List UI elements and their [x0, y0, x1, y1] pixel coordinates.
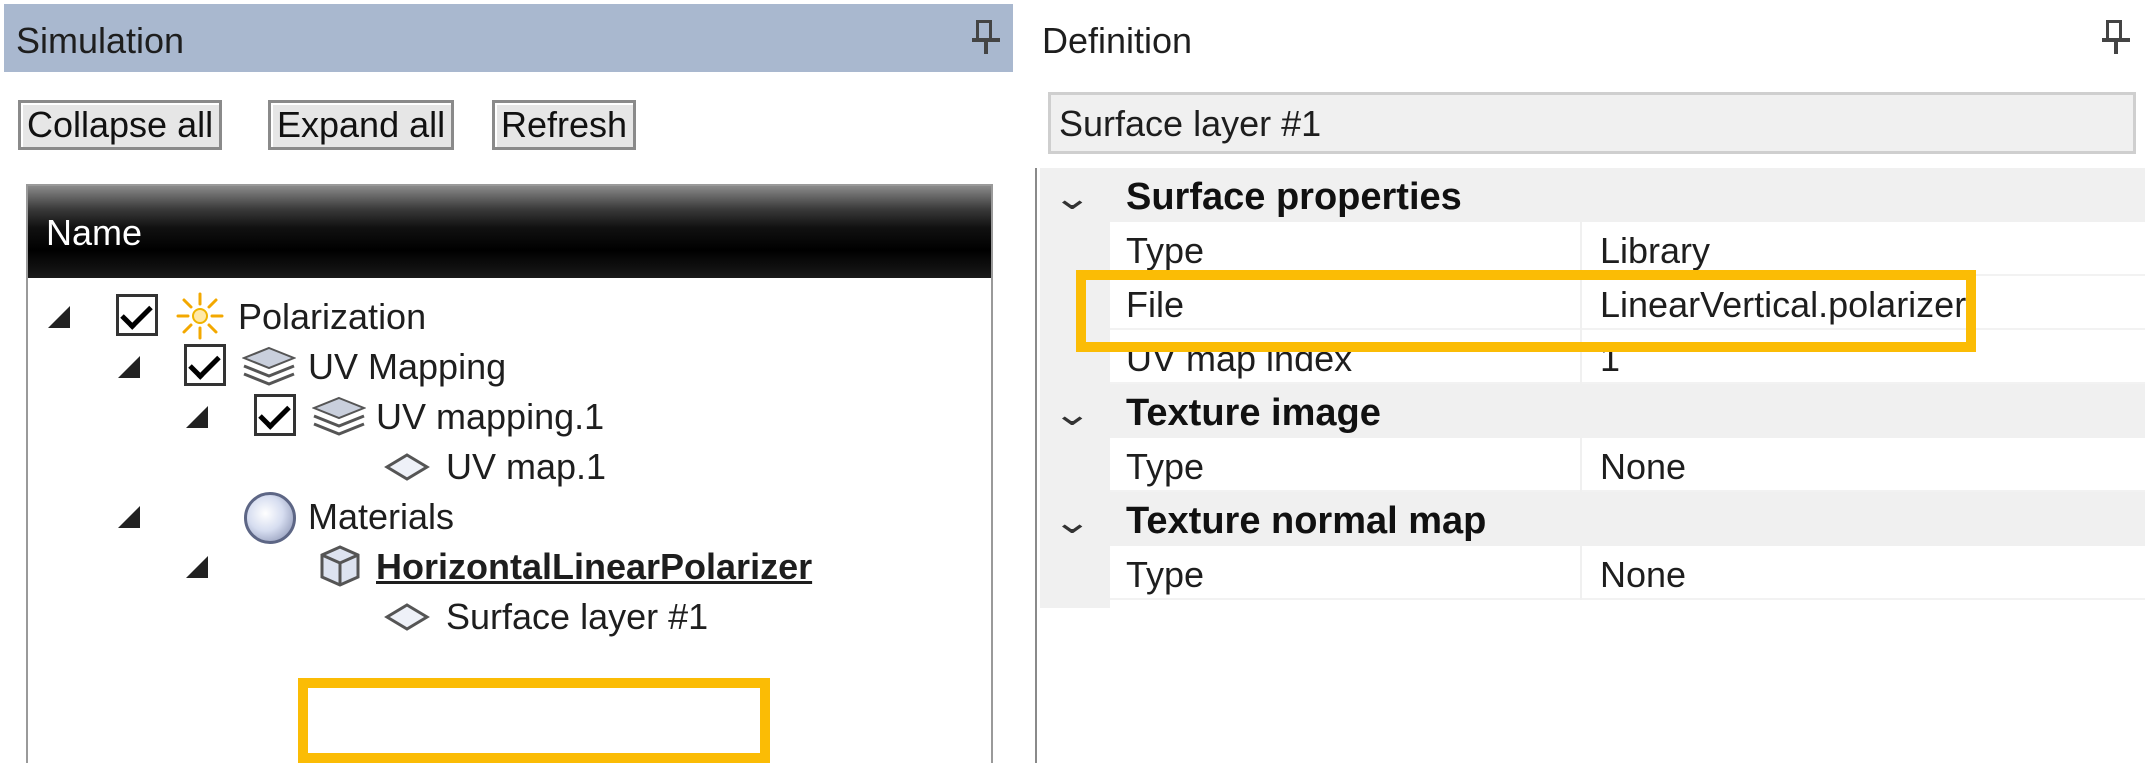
selection-highlight-file [1076, 270, 1976, 352]
checkbox-polarization[interactable] [116, 294, 158, 336]
tree-item-horizontal-linear-polarizer[interactable]: HorizontalLinearPolarizer [28, 538, 988, 594]
expand-triangle-icon[interactable] [186, 556, 208, 578]
layers-icon [242, 346, 296, 386]
simulation-panel-title: Simulation [16, 20, 185, 61]
tree-item-uv-mapping-1[interactable]: UV mapping.1 [28, 388, 988, 444]
tree-column-header[interactable]: Name [28, 186, 991, 278]
selected-item-box: Surface layer #1 [1048, 92, 2136, 154]
checkbox-uv-mapping[interactable] [184, 344, 226, 386]
selected-item-label: Surface layer #1 [1059, 103, 1322, 144]
definition-panel-title: Definition [1042, 20, 1193, 61]
category-label: Texture image [1126, 392, 1381, 434]
category-label: Surface properties [1126, 176, 1462, 218]
category-texture-normal-map[interactable]: ⌄ Texture normal map [1040, 492, 2145, 546]
layers-icon [312, 396, 366, 436]
tree-item-label: UV map.1 [446, 446, 607, 487]
expand-all-button[interactable]: Expand all [268, 100, 455, 150]
diamond-icon [384, 603, 430, 631]
property-name: Type [1126, 554, 1205, 595]
tree-item-uv-map-1[interactable]: UV map.1 [28, 438, 988, 494]
chevron-down-icon[interactable]: ⌄ [1052, 178, 1092, 218]
property-row-texture-type[interactable]: Type None [1110, 438, 2145, 492]
tree-item-label: Materials [308, 496, 455, 537]
property-grid-border [1035, 168, 1037, 763]
tree-column-header-label: Name [46, 212, 143, 253]
simulation-panel-header: Simulation [4, 4, 1013, 72]
definition-panel-header: Definition [1030, 4, 2145, 72]
property-grid[interactable]: ⌄ Surface properties Type Library File L… [1040, 168, 2145, 763]
property-value[interactable]: None [1600, 446, 1686, 488]
light-source-icon [176, 292, 224, 340]
simulation-tree[interactable]: Name Polarization UV Mapping UV mapping.… [26, 184, 993, 763]
pin-icon[interactable] [2102, 18, 2130, 58]
checkbox-uv-mapping-1[interactable] [254, 394, 296, 436]
property-value[interactable]: Library [1600, 230, 1710, 272]
tree-item-label: Surface layer #1 [446, 596, 709, 637]
chevron-down-icon[interactable]: ⌄ [1052, 394, 1092, 434]
expand-triangle-icon[interactable] [118, 506, 140, 528]
diamond-icon [384, 453, 430, 481]
tree-item-label: Polarization [238, 296, 427, 337]
property-value[interactable]: None [1600, 554, 1686, 596]
tree-item-materials[interactable]: Materials [28, 488, 988, 544]
expand-triangle-icon[interactable] [118, 356, 140, 378]
cube-icon [320, 545, 360, 587]
property-name: Type [1126, 230, 1205, 271]
chevron-down-icon[interactable]: ⌄ [1052, 502, 1092, 542]
property-name: Type [1126, 446, 1205, 487]
tree-item-polarization[interactable]: Polarization [28, 288, 988, 344]
pin-icon[interactable] [972, 18, 1000, 58]
expand-triangle-icon[interactable] [48, 306, 70, 328]
refresh-button[interactable]: Refresh [492, 100, 637, 150]
panel-splitter[interactable] [1013, 0, 1030, 763]
tree-item-label: UV Mapping [308, 346, 507, 387]
category-surface-properties[interactable]: ⌄ Surface properties [1040, 168, 2145, 222]
collapse-all-button[interactable]: Collapse all [18, 100, 223, 150]
category-label: Texture normal map [1126, 500, 1487, 542]
property-row-type[interactable]: Type Library [1110, 222, 2145, 276]
tree-item-surface-layer-1[interactable]: Surface layer #1 [28, 588, 988, 644]
sphere-icon [244, 492, 296, 544]
property-row-normal-map-type[interactable]: Type None [1110, 546, 2145, 600]
expand-triangle-icon[interactable] [186, 406, 208, 428]
tree-item-uv-mapping[interactable]: UV Mapping [28, 338, 988, 394]
tree-item-label: UV mapping.1 [376, 396, 605, 437]
tree-item-label: HorizontalLinearPolarizer [376, 546, 813, 587]
category-texture-image[interactable]: ⌄ Texture image [1040, 384, 2145, 438]
selection-highlight-tree [298, 678, 770, 763]
property-grid-empty-area [1040, 608, 2145, 763]
